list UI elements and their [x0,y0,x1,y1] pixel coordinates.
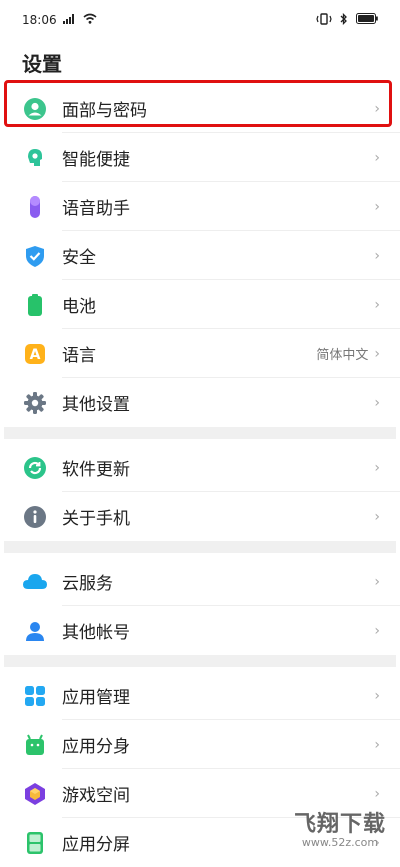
microphone-icon [22,194,48,220]
settings-item-label: 其他帐号 [62,623,130,643]
settings-item-cloud[interactable]: 云服务 › [0,557,400,606]
chevron-right-icon: › [374,198,380,215]
chevron-right-icon: › [374,296,380,313]
chevron-right-icon: › [374,622,380,639]
wifi-icon [83,13,97,27]
split-screen-icon [22,830,48,856]
settings-group: 面部与密码 › 智能便捷 › 语音助手 › 安全 › 电池 › A 语言 简体中文 › 其他设置 › [0,80,400,427]
settings-item-label: 关于手机 [62,509,130,529]
settings-item-update[interactable]: 软件更新 › [0,443,400,492]
shield-icon [22,243,48,269]
settings-item-label: 智能便捷 [62,150,130,170]
signal-icon [62,13,77,27]
page-title: 设置 [22,52,62,76]
bluetooth-icon [340,12,348,28]
account-icon [22,618,48,644]
settings-item-app-grid[interactable]: 应用管理 › [0,671,400,720]
app-clone-icon [22,732,48,758]
svg-text:A: A [30,347,41,363]
chevron-right-icon: › [374,687,380,704]
watermark: 飞翔下载 www.52z.com [294,806,386,849]
chevron-right-icon: › [374,736,380,753]
settings-item-label: 语音助手 [62,199,130,219]
settings-item-shield[interactable]: 安全 › [0,231,400,280]
chevron-right-icon: › [374,459,380,476]
status-bar: 18:06 [0,0,400,40]
chevron-right-icon: › [374,508,380,525]
cloud-icon [22,569,48,595]
battery-icon [22,292,48,318]
chevron-right-icon: › [374,394,380,411]
settings-item-info[interactable]: 关于手机 › [0,492,400,541]
settings-item-label: 应用分身 [62,737,130,757]
settings-item-gear[interactable]: 其他设置 › [0,378,400,427]
highlight-box [4,80,392,127]
settings-item-label: 游戏空间 [62,786,130,806]
chevron-right-icon: › [374,573,380,590]
settings-list: 面部与密码 › 智能便捷 › 语音助手 › 安全 › 电池 › A 语言 简体中文 › 其他设置 › 软件更新 ›… [0,80,400,867]
watermark-url: www.52z.com [301,836,379,849]
group-separator [4,541,396,553]
chevron-right-icon: › [374,785,380,802]
settings-item-label: 电池 [62,297,96,317]
smart-assist-icon [22,145,48,171]
settings-item-label: 云服务 [62,574,113,594]
update-icon [22,455,48,481]
settings-item-label: 软件更新 [62,460,130,480]
vibrate-icon [316,12,332,28]
settings-group: 云服务 › 其他帐号 › [0,553,400,655]
settings-item-smart-assist[interactable]: 智能便捷 › [0,133,400,182]
chevron-right-icon: › [374,149,380,166]
group-separator [4,427,396,439]
settings-item-value: 简体中文 [316,348,369,363]
app-grid-icon [22,683,48,709]
settings-item-label: 其他设置 [62,395,130,415]
settings-item-account[interactable]: 其他帐号 › [0,606,400,655]
settings-item-label: 语言 [62,346,96,366]
settings-item-app-clone[interactable]: 应用分身 › [0,720,400,769]
settings-item-battery[interactable]: 电池 › [0,280,400,329]
settings-item-label: 安全 [62,248,96,268]
status-time: 18:06 [22,13,57,27]
settings-item-microphone[interactable]: 语音助手 › [0,182,400,231]
info-icon [22,504,48,530]
chevron-right-icon: › [374,247,380,264]
battery-status-icon [356,13,378,27]
watermark-title: 飞翔下载 [293,812,386,837]
settings-item-language[interactable]: A 语言 简体中文 › [0,329,400,378]
game-icon [22,781,48,807]
group-separator [4,655,396,667]
language-icon: A [22,341,48,367]
settings-item-label: 应用管理 [62,688,130,708]
gear-icon [22,390,48,416]
chevron-right-icon: › [374,345,380,362]
settings-group: 软件更新 › 关于手机 › [0,439,400,541]
